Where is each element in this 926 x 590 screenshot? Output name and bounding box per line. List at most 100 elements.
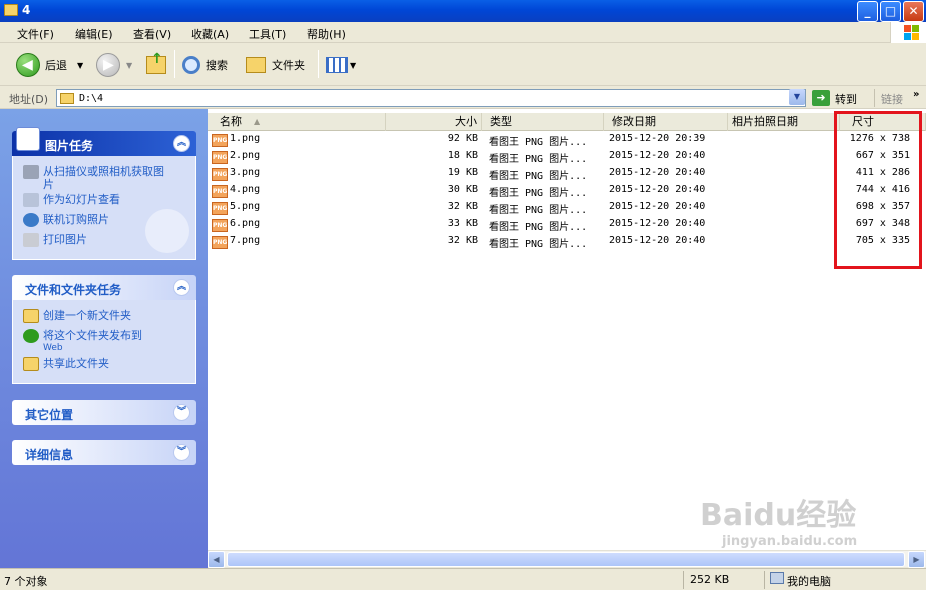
- file-tasks-header[interactable]: 文件和文件夹任务 ︽: [12, 275, 196, 300]
- close-button[interactable]: ✕: [903, 1, 924, 22]
- get-pictures-link[interactable]: 从扫描仪或照相机获取图片: [23, 165, 173, 191]
- file-type: 看图王 PNG 图片...: [489, 137, 588, 148]
- toolbar-separator: [318, 50, 319, 78]
- share-folder-icon: [23, 357, 39, 371]
- forward-button[interactable]: ▶ ▼: [96, 52, 132, 78]
- column-name[interactable]: 名称 ▲: [208, 113, 386, 131]
- expand-icon[interactable]: ︾: [173, 404, 190, 421]
- file-row[interactable]: PNG 3.png 19 KB 看图王 PNG 图片... 2015-12-20 20:…: [208, 166, 926, 183]
- file-size: 18 KB: [447, 150, 478, 161]
- details-header[interactable]: 详细信息 ︾: [12, 440, 196, 465]
- folders-label: 文件夹: [272, 59, 305, 72]
- png-file-icon: PNG: [212, 219, 228, 232]
- sort-ascending-icon: ▲: [254, 117, 261, 126]
- file-modified: 2015-12-20 20:40: [609, 167, 706, 178]
- other-places-panel: 其它位置 ︾: [12, 400, 196, 425]
- views-button[interactable]: ▼: [326, 52, 356, 78]
- go-button[interactable]: 转到: [835, 91, 857, 107]
- file-list[interactable]: 名称 ▲ 大小 类型 修改日期 相片拍照日期 尺寸 PNG 1.png 92 KB 看…: [208, 109, 926, 550]
- title-bar: 4 _ □ ✕: [0, 0, 926, 22]
- address-dropdown-button[interactable]: ▼: [789, 89, 805, 105]
- column-size[interactable]: 大小: [386, 113, 482, 131]
- file-modified: 2015-12-20 20:39: [609, 133, 706, 144]
- column-type[interactable]: 类型: [482, 113, 604, 131]
- menu-edit[interactable]: 编辑(E): [75, 26, 113, 42]
- menu-favorites[interactable]: 收藏(A): [191, 26, 229, 42]
- file-name: 5.png: [230, 201, 261, 212]
- windows-logo-icon: [890, 22, 926, 43]
- search-icon: [182, 56, 200, 74]
- file-size: 32 KB: [447, 235, 478, 246]
- file-size: 30 KB: [447, 184, 478, 195]
- publish-web-link[interactable]: 将这个文件夹发布到 Web: [23, 329, 142, 355]
- up-folder-button[interactable]: ↑: [146, 51, 166, 78]
- up-folder-icon: ↑: [146, 51, 166, 74]
- file-size: 33 KB: [447, 218, 478, 229]
- maximize-button[interactable]: □: [880, 1, 901, 22]
- address-input[interactable]: D:\4: [56, 89, 806, 107]
- folder-icon: [60, 93, 74, 104]
- back-dropdown-icon[interactable]: ▼: [77, 61, 83, 70]
- go-arrow-icon[interactable]: ➜: [812, 90, 830, 106]
- share-folder-label: 共享此文件夹: [43, 357, 109, 370]
- file-row[interactable]: PNG 1.png 92 KB 看图王 PNG 图片... 2015-12-20 20:…: [208, 132, 926, 149]
- expand-icon[interactable]: ︾: [173, 444, 190, 461]
- other-places-header[interactable]: 其它位置 ︾: [12, 400, 196, 425]
- search-label: 搜索: [206, 59, 228, 72]
- order-prints-link[interactable]: 联机订购照片: [23, 213, 109, 227]
- status-object-count: 7 个对象: [4, 575, 48, 588]
- camera-icon: [23, 165, 39, 179]
- search-button[interactable]: 搜索: [182, 52, 228, 78]
- scroll-thumb[interactable]: [227, 552, 905, 567]
- collapse-icon[interactable]: ︽: [173, 135, 190, 152]
- file-row[interactable]: PNG 5.png 32 KB 看图王 PNG 图片... 2015-12-20 20:…: [208, 200, 926, 217]
- file-name: 7.png: [230, 235, 261, 246]
- slideshow-icon: [23, 193, 39, 207]
- window-title: 4: [22, 3, 31, 17]
- my-computer-icon: [770, 572, 784, 584]
- menu-view[interactable]: 查看(V): [133, 26, 171, 42]
- menu-file[interactable]: 文件(F): [17, 26, 54, 42]
- folders-button[interactable]: 文件夹: [246, 52, 305, 78]
- minimize-button[interactable]: _: [857, 1, 878, 22]
- status-divider: [764, 571, 765, 589]
- baidu-watermark: Baidu经验 jingyan.baidu.com: [700, 490, 857, 549]
- slideshow-label: 作为幻灯片查看: [43, 193, 120, 206]
- new-folder-link[interactable]: 创建一个新文件夹: [23, 309, 131, 323]
- order-prints-label: 联机订购照片: [43, 213, 109, 226]
- file-tasks-title: 文件和文件夹任务: [25, 283, 122, 297]
- picture-tasks-panel: 图片任务 ︽ 从扫描仪或照相机获取图片 作为幻灯片查看 联机订购照片 打印图片: [12, 127, 196, 260]
- file-row[interactable]: PNG 4.png 30 KB 看图王 PNG 图片... 2015-12-20 20:…: [208, 183, 926, 200]
- links-label[interactable]: 链接: [881, 91, 903, 107]
- file-name: 3.png: [230, 167, 261, 178]
- png-file-icon: PNG: [212, 236, 228, 249]
- column-modified[interactable]: 修改日期: [604, 113, 728, 131]
- back-button[interactable]: ◀ 后退 ▼: [16, 52, 83, 78]
- slideshow-link[interactable]: 作为幻灯片查看: [23, 193, 120, 207]
- file-row[interactable]: PNG 7.png 32 KB 看图王 PNG 图片... 2015-12-20 20:…: [208, 234, 926, 251]
- chevron-right-icon[interactable]: »: [913, 89, 919, 100]
- file-row[interactable]: PNG 2.png 18 KB 看图王 PNG 图片... 2015-12-20 20:…: [208, 149, 926, 166]
- print-pictures-link[interactable]: 打印图片: [23, 233, 87, 247]
- forward-dropdown-icon[interactable]: ▼: [126, 61, 132, 70]
- file-type: 看图王 PNG 图片...: [489, 188, 588, 199]
- back-label: 后退: [45, 59, 67, 72]
- menu-tools[interactable]: 工具(T): [249, 26, 286, 42]
- menu-help[interactable]: 帮助(H): [307, 26, 346, 42]
- pictures-watermark-icon: [145, 209, 189, 253]
- menu-bar: 文件(F) 编辑(E) 查看(V) 收藏(A) 工具(T) 帮助(H): [0, 22, 926, 43]
- picture-tasks-header[interactable]: 图片任务 ︽: [12, 127, 196, 156]
- file-modified: 2015-12-20 20:40: [609, 218, 706, 229]
- horizontal-scrollbar[interactable]: ◀ ▶: [208, 550, 926, 568]
- column-date-taken[interactable]: 相片拍照日期: [728, 113, 840, 131]
- file-type: 看图王 PNG 图片...: [489, 239, 588, 250]
- printer-icon: [23, 233, 39, 247]
- file-row[interactable]: PNG 6.png 33 KB 看图王 PNG 图片... 2015-12-20 20:…: [208, 217, 926, 234]
- share-folder-link[interactable]: 共享此文件夹: [23, 357, 109, 371]
- file-type: 看图王 PNG 图片...: [489, 222, 588, 233]
- file-size: 19 KB: [447, 167, 478, 178]
- collapse-icon[interactable]: ︽: [173, 279, 190, 296]
- scroll-right-button[interactable]: ▶: [908, 551, 925, 568]
- scroll-left-button[interactable]: ◀: [208, 551, 225, 568]
- column-name-label: 名称: [220, 115, 242, 128]
